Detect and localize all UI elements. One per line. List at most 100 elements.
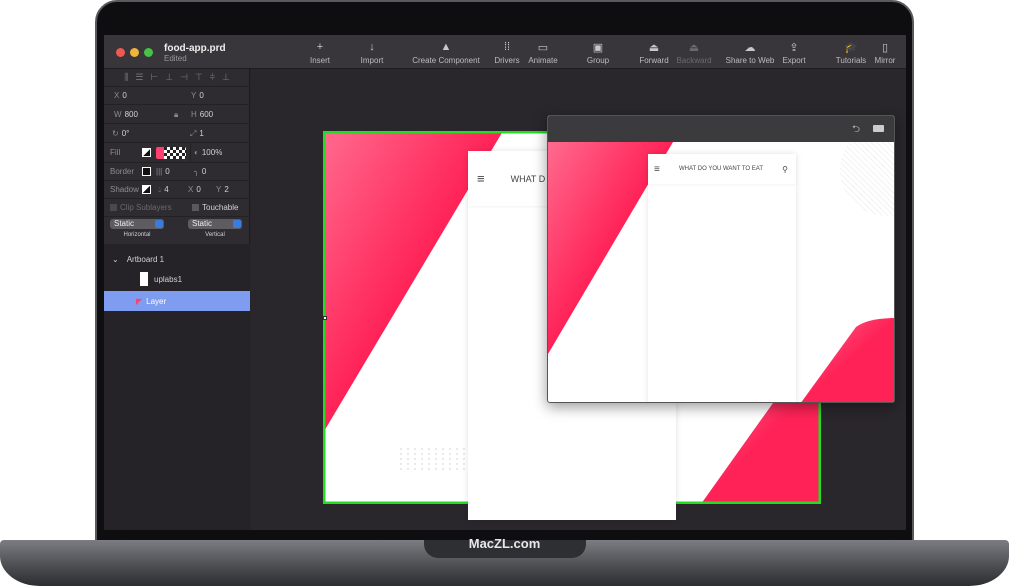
dot bbox=[449, 448, 451, 450]
shadow-blur-field[interactable]: 4 bbox=[164, 185, 168, 194]
fill-toggle-icon[interactable] bbox=[142, 148, 151, 157]
dot bbox=[407, 448, 409, 450]
layer-thumbnail-icon bbox=[140, 272, 148, 286]
mirror-icon: ▯ bbox=[881, 42, 889, 54]
border-toggle-icon[interactable] bbox=[142, 167, 151, 176]
shadow-toggle-icon[interactable] bbox=[142, 185, 151, 194]
align-middle-icon[interactable]: ⫩ bbox=[210, 72, 215, 83]
dot bbox=[456, 453, 458, 455]
vertical-label: Vertical bbox=[205, 232, 225, 238]
shadow-x-label: X bbox=[188, 185, 194, 194]
shadow-y-field[interactable]: 2 bbox=[224, 185, 228, 194]
dot bbox=[456, 463, 458, 465]
border-width-field[interactable]: 0 bbox=[165, 167, 169, 176]
document-status: Edited bbox=[164, 54, 187, 63]
horizontal-label: Horizontal bbox=[123, 232, 151, 238]
distribute-h-icon[interactable]: ⫼ bbox=[124, 72, 128, 83]
align-top-icon[interactable]: ⊤ bbox=[195, 72, 203, 83]
dot bbox=[442, 448, 444, 450]
dot bbox=[449, 468, 451, 470]
height-field[interactable]: 600 bbox=[200, 110, 213, 119]
close-button[interactable] bbox=[116, 48, 125, 57]
dot bbox=[421, 448, 423, 450]
clip-sublayers-label: Clip Sublayers bbox=[120, 203, 172, 212]
preview-phone-card: ≡ WHAT DO YOU WANT TO EAT ⚲ bbox=[648, 154, 796, 402]
align-center-icon[interactable]: ⊥ bbox=[165, 72, 173, 83]
document-title: food-app.prd bbox=[164, 43, 226, 54]
border-width-icon: ||| bbox=[156, 167, 163, 176]
blur-icon: 💧︎ bbox=[158, 184, 162, 194]
horizontal-select[interactable]: Static bbox=[110, 219, 164, 229]
dot bbox=[414, 458, 416, 460]
dot bbox=[463, 458, 465, 460]
distribute-v-icon[interactable]: ☰ bbox=[135, 72, 143, 83]
shadow-x-field[interactable]: 0 bbox=[196, 185, 200, 194]
hamburger-menu-icon[interactable]: ≡ bbox=[477, 171, 485, 186]
dot bbox=[428, 448, 430, 450]
y-field[interactable]: 0 bbox=[199, 91, 203, 100]
dot bbox=[428, 453, 430, 455]
toolbar-import-button[interactable]: ↓ Import bbox=[332, 41, 412, 65]
dot bbox=[456, 448, 458, 450]
align-left-icon[interactable]: ⊢ bbox=[150, 72, 158, 83]
dot bbox=[456, 458, 458, 460]
brand-watermark: MacZL.com bbox=[468, 536, 541, 551]
width-field[interactable]: 800 bbox=[125, 110, 138, 119]
opacity-icon: ◐ bbox=[194, 148, 199, 157]
dot bbox=[435, 453, 437, 455]
dot bbox=[449, 458, 451, 460]
layer-artboard[interactable]: ⌄ Artboard 1 bbox=[112, 255, 164, 264]
dot bbox=[407, 458, 409, 460]
app-window: food-app.prd Edited + Insert ↓ Import ▲ Creat… bbox=[104, 35, 906, 530]
dot bbox=[428, 468, 430, 470]
video-camera-icon[interactable] bbox=[873, 125, 884, 132]
hamburger-menu-icon[interactable]: ≡ bbox=[654, 164, 660, 175]
dot bbox=[442, 458, 444, 460]
rotation-field[interactable]: 0° bbox=[122, 129, 130, 138]
x-field[interactable]: 0 bbox=[122, 91, 126, 100]
dot bbox=[435, 463, 437, 465]
lock-icon[interactable]: 🔒︎ bbox=[174, 110, 178, 120]
minimize-button[interactable] bbox=[130, 48, 139, 57]
opacity-field[interactable]: 100% bbox=[202, 148, 222, 157]
corner-radius-icon: ╮ bbox=[194, 167, 199, 176]
search-icon[interactable]: ⚲ bbox=[782, 165, 788, 174]
y-label: Y bbox=[191, 91, 197, 100]
fill-label: Fill bbox=[110, 148, 121, 157]
dot bbox=[463, 463, 465, 465]
dot bbox=[442, 463, 444, 465]
chevron-down-icon[interactable]: ⌄ bbox=[112, 255, 119, 264]
dot bbox=[421, 463, 423, 465]
canvas[interactable]: /*dots drawn by script*/ ≡WHAT D ⮌ ≡WHAT… bbox=[251, 69, 906, 530]
x-label: X bbox=[114, 91, 120, 100]
dot bbox=[463, 468, 465, 470]
align-bottom-icon[interactable]: ⊥ bbox=[222, 72, 230, 83]
import-icon: ↓ bbox=[369, 41, 375, 53]
clip-sublayers-checkbox[interactable] bbox=[110, 204, 117, 211]
resize-handle[interactable] bbox=[323, 316, 327, 320]
toolbar-mirror-button[interactable]: ▯ Mirror bbox=[845, 41, 906, 65]
touchable-checkbox[interactable] bbox=[192, 204, 199, 211]
undo-icon[interactable]: ⮌ bbox=[852, 122, 860, 139]
dot bbox=[449, 453, 451, 455]
shadow-label: Shadow bbox=[110, 185, 139, 194]
align-right-icon[interactable]: ⊣ bbox=[180, 72, 188, 83]
dot bbox=[407, 453, 409, 455]
radius-field[interactable]: 0 bbox=[202, 167, 206, 176]
vertical-select[interactable]: Static bbox=[188, 219, 242, 229]
dot bbox=[435, 468, 437, 470]
dot bbox=[421, 458, 423, 460]
h-label: H bbox=[191, 110, 197, 119]
dot bbox=[435, 448, 437, 450]
fill-color-swatch[interactable] bbox=[156, 146, 186, 159]
dot bbox=[400, 458, 402, 460]
layer-uplabs1[interactable]: uplabs1 bbox=[140, 272, 182, 286]
scale-field[interactable]: 1 bbox=[199, 129, 203, 138]
dot bbox=[435, 458, 437, 460]
app-title: WHAT D bbox=[510, 173, 546, 184]
dot bbox=[421, 453, 423, 455]
pink-shape-bottom-right bbox=[801, 318, 894, 402]
zoom-button[interactable] bbox=[144, 48, 153, 57]
layer-layer-selected[interactable]: ◤ Layer bbox=[104, 291, 250, 311]
app-title: WHAT DO YOU WANT TO EAT bbox=[678, 166, 763, 172]
